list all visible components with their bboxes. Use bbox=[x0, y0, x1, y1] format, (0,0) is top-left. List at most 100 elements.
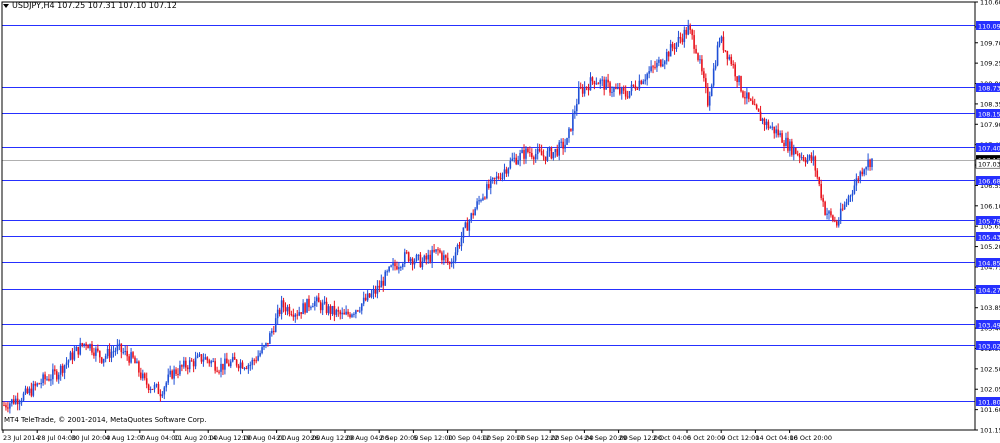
candle-down bbox=[192, 361, 195, 367]
candle-up bbox=[583, 86, 586, 94]
candle-down bbox=[157, 384, 160, 394]
candle-up bbox=[775, 129, 778, 134]
candle-down bbox=[235, 359, 238, 366]
candle-down bbox=[679, 37, 682, 39]
candle-up bbox=[779, 133, 781, 136]
x-tick-label: 2 Oct 04:00 bbox=[653, 434, 691, 442]
candle-down bbox=[767, 121, 770, 129]
candle-down bbox=[308, 298, 310, 308]
candle-up bbox=[837, 220, 840, 226]
candle-down bbox=[652, 66, 654, 68]
candle-up bbox=[560, 141, 562, 143]
candle-up bbox=[714, 65, 717, 69]
candle-up bbox=[462, 227, 465, 238]
candle-up bbox=[452, 260, 455, 263]
candle-down bbox=[820, 183, 822, 199]
candle-down bbox=[185, 360, 187, 368]
candle-up bbox=[716, 45, 719, 66]
candle-up bbox=[327, 306, 330, 313]
candle-down bbox=[77, 346, 80, 355]
price-chart[interactable]: 110.60110.05109.70109.25108.80108.35107.… bbox=[0, 0, 1000, 443]
candle-down bbox=[439, 250, 441, 253]
candle-up bbox=[595, 83, 598, 85]
candle-down bbox=[824, 201, 826, 215]
candle-down bbox=[591, 77, 594, 82]
candle-down bbox=[91, 344, 93, 353]
candle-down bbox=[218, 371, 220, 373]
candle-down bbox=[411, 258, 414, 265]
current-price-label: 107.03 bbox=[978, 161, 1000, 169]
level-label: 108.73 bbox=[978, 85, 1000, 93]
candle-up bbox=[564, 144, 566, 149]
candle-down bbox=[98, 350, 101, 358]
level-label: 107.40 bbox=[978, 145, 1000, 153]
candle-up bbox=[390, 265, 392, 267]
candle-down bbox=[206, 357, 209, 361]
candle-up bbox=[839, 208, 842, 221]
x-tick-label: 28 Jul 04:00 bbox=[37, 434, 76, 442]
candle-up bbox=[11, 399, 13, 404]
candle-up bbox=[73, 350, 76, 360]
candle-down bbox=[100, 357, 103, 363]
candle-up bbox=[495, 176, 498, 179]
candle-down bbox=[585, 86, 588, 88]
candle-up bbox=[650, 66, 652, 72]
candle-down bbox=[802, 157, 805, 161]
candle-down bbox=[705, 78, 707, 88]
candle-up bbox=[18, 402, 21, 405]
y-tick-label: 109.70 bbox=[980, 39, 1000, 47]
candle-up bbox=[380, 280, 383, 288]
candle-up bbox=[867, 159, 869, 168]
candle-up bbox=[302, 303, 304, 315]
candle-up bbox=[372, 289, 375, 294]
candle-down bbox=[757, 108, 760, 112]
candle-up bbox=[36, 383, 39, 386]
candle-up bbox=[79, 343, 82, 355]
candle-down bbox=[822, 198, 824, 202]
candle-down bbox=[703, 71, 705, 79]
candle-up bbox=[95, 348, 97, 356]
candle-down bbox=[333, 305, 336, 315]
candle-up bbox=[398, 267, 400, 270]
candle-down bbox=[288, 306, 291, 315]
candle-down bbox=[685, 29, 688, 35]
candle-up bbox=[136, 361, 138, 364]
candle-up bbox=[359, 310, 361, 312]
axis-labels: 110.09 108.73 108.15 107.40 106.68 105.79 105.… bbox=[975, 21, 1000, 407]
candle-up bbox=[793, 147, 795, 155]
candle-up bbox=[110, 351, 113, 358]
candle-up bbox=[509, 160, 512, 169]
candle-up bbox=[194, 357, 197, 367]
candle-up bbox=[710, 85, 713, 97]
candle-down bbox=[787, 137, 789, 151]
candle-down bbox=[159, 393, 162, 397]
candle-up bbox=[855, 178, 858, 186]
dropdown-triangle-icon[interactable] bbox=[3, 3, 9, 8]
candle-up bbox=[456, 245, 459, 253]
candle-up bbox=[489, 179, 492, 189]
candle-down bbox=[753, 104, 756, 106]
candle-up bbox=[450, 262, 453, 264]
candle-down bbox=[734, 64, 736, 77]
candle-down bbox=[407, 252, 410, 262]
candle-up bbox=[552, 152, 555, 159]
candle-down bbox=[632, 84, 635, 86]
candle-up bbox=[315, 297, 318, 302]
candle-up bbox=[142, 373, 144, 379]
candle-up bbox=[546, 151, 549, 161]
candle-down bbox=[267, 342, 269, 344]
candle-up bbox=[274, 318, 277, 332]
candle-down bbox=[724, 50, 727, 52]
candle-up bbox=[617, 87, 619, 89]
candle-down bbox=[830, 211, 832, 216]
candle-up bbox=[503, 169, 506, 174]
candle-up bbox=[470, 213, 473, 221]
candle-down bbox=[34, 383, 37, 386]
candle-up bbox=[392, 263, 394, 266]
candle-up bbox=[335, 310, 338, 315]
candle-down bbox=[181, 365, 183, 367]
candle-down bbox=[603, 79, 605, 90]
candle-up bbox=[638, 80, 641, 90]
candle-down bbox=[587, 87, 590, 91]
candle-down bbox=[120, 343, 123, 353]
